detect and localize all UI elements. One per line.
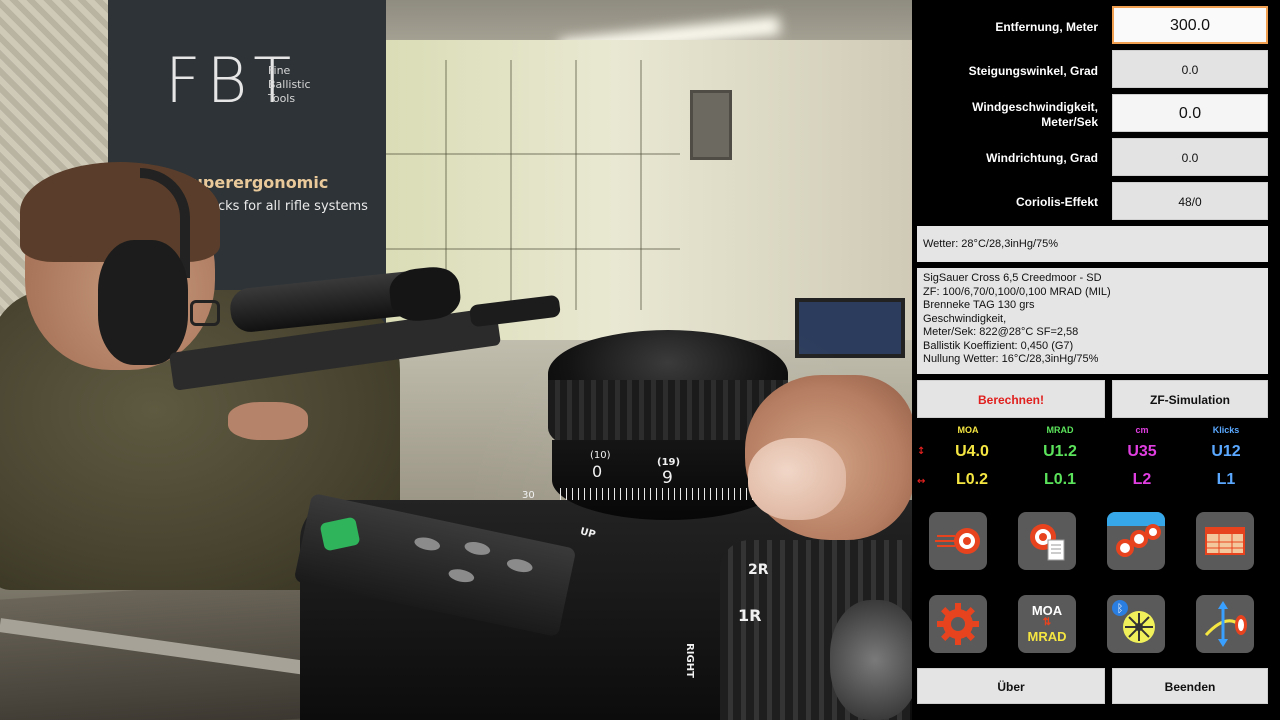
moa-vertical: U4.0 xyxy=(955,443,989,460)
dial-label-9: 9 xyxy=(662,468,673,488)
scope-label-30: 30 xyxy=(522,490,535,501)
clicks-header: Klicks xyxy=(1212,425,1240,435)
earmuff xyxy=(98,240,188,365)
swap-arrows-icon: ⇅ xyxy=(1042,617,1052,628)
wind-direction-input[interactable]: 0.0 xyxy=(1112,138,1268,176)
angle-target-icon xyxy=(1204,601,1247,647)
multi-target-tile[interactable] xyxy=(1107,512,1165,570)
fast-target-icon xyxy=(935,528,980,554)
table-icon xyxy=(1205,527,1245,555)
scope-label-1r: 1R xyxy=(738,606,762,625)
horizontal-arrow-icon: ↔ xyxy=(917,476,926,487)
moa-mrad-top-text: MOA xyxy=(1031,603,1063,618)
profile-velocity-label: Geschwindigkeit, xyxy=(923,312,1007,325)
settings-gear-icon xyxy=(937,603,979,645)
banner-subtitle: Fine Ballistic Tools xyxy=(268,64,338,106)
settings-tile[interactable] xyxy=(929,595,987,653)
about-button[interactable]: Über xyxy=(917,668,1105,704)
wind-direction-label: Windrichtung, Grad xyxy=(986,151,1098,165)
profile-bc: Ballistik Koeffizient: 0,450 (G7) xyxy=(923,339,1074,352)
profile-rifle: SigSauer Cross 6,5 Creedmoor - SD xyxy=(923,272,1102,284)
calculate-button[interactable]: Berechnen! xyxy=(917,380,1105,418)
scope-simulation-button[interactable]: ZF-Simulation xyxy=(1112,380,1268,418)
weather-text: Wetter: 28°C/28,3inHg/75% xyxy=(923,238,1059,250)
coriolis-input[interactable]: 48/0 xyxy=(1112,182,1268,220)
cm-vertical: U35 xyxy=(1127,443,1157,460)
wind-speed-label-line2: Meter/Sek xyxy=(1041,115,1098,129)
knob-cap xyxy=(830,600,915,720)
banner-sub-line: Fine xyxy=(268,64,291,77)
distance-input[interactable]: 300.0 xyxy=(1112,6,1268,44)
dial-label-19: (19) xyxy=(657,457,681,468)
shooter-hand xyxy=(228,402,308,440)
moa-horizontal: L0.2 xyxy=(955,471,988,488)
incline-label: Steigungswinkel, Grad xyxy=(968,64,1098,78)
thumbnail xyxy=(748,438,846,520)
profile-box[interactable]: SigSauer Cross 6,5 Creedmoor - SD ZF: 10… xyxy=(917,268,1268,374)
incline-input[interactable]: 0.0 xyxy=(1112,50,1268,88)
banner-sub-line: Ballistic xyxy=(268,78,311,91)
shooting-glasses xyxy=(190,300,220,326)
dial-label-10: (10) xyxy=(590,450,611,461)
mount-screw xyxy=(505,557,534,575)
moa-mrad-bottom-text: MRAD xyxy=(1027,629,1067,644)
bluetooth-wind-tile[interactable]: ᛒ xyxy=(1107,595,1165,653)
wind-speed-input[interactable]: 0.0 xyxy=(1112,94,1268,132)
banner-tagline: cks for all rifle systems xyxy=(218,199,368,214)
clicks-horizontal: L1 xyxy=(1216,471,1236,488)
mrad-header: MRAD xyxy=(1046,425,1074,435)
svg-text:ᛒ: ᛒ xyxy=(1117,602,1124,615)
mount-screw xyxy=(447,567,476,585)
dial-label-0: 0 xyxy=(592,462,603,481)
cm-header: cm xyxy=(1135,425,1149,435)
weather-box[interactable]: Wetter: 28°C/28,3inHg/75% xyxy=(917,226,1268,262)
multi-target-icon xyxy=(1107,512,1165,557)
clicks-vertical: U12 xyxy=(1211,443,1241,460)
moa-header: MOA xyxy=(957,425,979,435)
bluetooth-wind-icon: ᛒ xyxy=(1112,600,1155,643)
profile-ammo: Brenneke TAG 130 grs xyxy=(923,299,1035,311)
turret-ticks xyxy=(560,488,775,500)
wind-speed-label: Windgeschwindigkeit, Meter/Sek xyxy=(972,100,1098,130)
mount-screw xyxy=(413,535,442,553)
profile-scope: ZF: 100/6,70/0,100/0,100 MRAD (MIL) xyxy=(923,285,1111,298)
angle-target-tile[interactable] xyxy=(1196,595,1254,653)
quit-button[interactable]: Beenden xyxy=(1112,668,1268,704)
table-tile[interactable] xyxy=(1196,512,1254,570)
wind-speed-label-line1: Windgeschwindigkeit, xyxy=(972,100,1098,114)
background-photo: FBT Fine Ballistic Tools Superergonomic … xyxy=(0,0,915,720)
scope-label-2r: 2R xyxy=(748,562,769,578)
scope-label-right: RIGHT xyxy=(683,643,695,678)
moa-mrad-tile[interactable]: MOA ⇅ MRAD xyxy=(1018,595,1076,653)
mrad-horizontal: L0.1 xyxy=(1043,471,1076,488)
ballistic-calculator-panel: Entfernung, Meter 300.0 Steigungswinkel,… xyxy=(912,0,1280,720)
vertical-arrow-icon: ↕ xyxy=(917,446,926,457)
coriolis-label: Coriolis-Effekt xyxy=(1015,195,1098,209)
mount-screw xyxy=(463,539,492,558)
mrad-vertical: U1.2 xyxy=(1043,443,1077,460)
wall-vent xyxy=(690,90,732,160)
cm-horizontal: L2 xyxy=(1132,471,1152,488)
target-report-tile[interactable] xyxy=(1018,512,1076,570)
profile-zero-weather: Nullung Wetter: 16°C/28,3inHg/75% xyxy=(923,353,1099,365)
target-report-icon xyxy=(1030,524,1065,561)
profile-velocity: Meter/Sek: 822@28°C SF=2,58 xyxy=(923,326,1079,338)
distance-label: Entfernung, Meter xyxy=(995,20,1098,34)
fast-target-tile[interactable] xyxy=(929,512,987,570)
banner-sub-line: Tools xyxy=(268,92,296,105)
